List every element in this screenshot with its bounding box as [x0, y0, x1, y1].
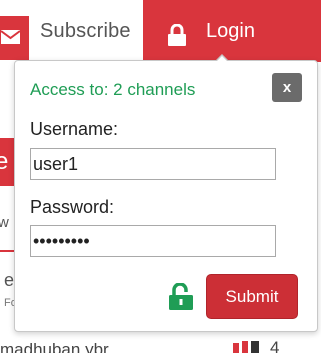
envelope-icon: [0, 30, 21, 44]
background-fragment: w: [0, 214, 9, 231]
background-fragment: e: [4, 270, 15, 290]
login-button[interactable]: Login: [143, 0, 321, 62]
unlocked-padlock-icon: [169, 283, 193, 310]
password-label: Password:: [30, 197, 115, 217]
background-divider: [0, 250, 14, 252]
top-bar: Subscribe Login: [0, 0, 321, 62]
lock-icon: [168, 24, 186, 46]
background-list-user[interactable]: madhuban.ybr: [0, 340, 109, 353]
login-label: Login: [206, 20, 255, 42]
signal-bars-icon: [233, 341, 259, 353]
background-list-count: 4: [270, 338, 280, 353]
username-field[interactable]: [30, 148, 276, 180]
access-info: Access to: 2 channels: [30, 80, 196, 99]
close-button[interactable]: x: [272, 73, 302, 102]
subscribe-link[interactable]: Subscribe: [40, 20, 131, 43]
submit-button[interactable]: Submit: [206, 274, 298, 319]
login-popup: Access to: 2 channels x Username: Passwo…: [14, 60, 318, 332]
subscribe-icon-button[interactable]: [0, 16, 29, 60]
popup-arrow-inner: [216, 56, 228, 62]
password-field[interactable]: [30, 225, 276, 257]
username-label: Username:: [30, 119, 119, 139]
background-red-heading: e: [0, 138, 14, 186]
